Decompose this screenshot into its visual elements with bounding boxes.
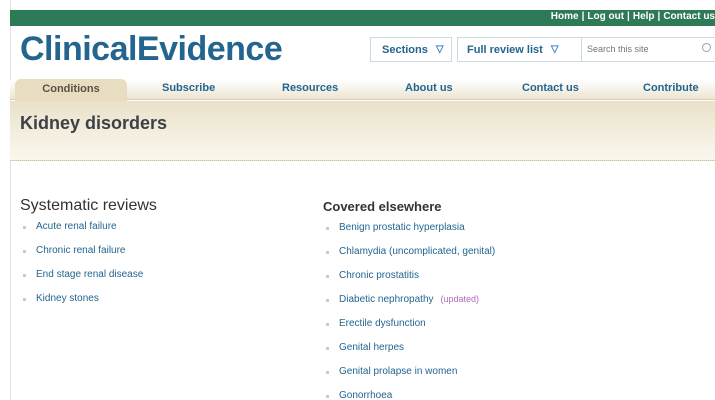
list-item[interactable]: Acute renal failure xyxy=(20,221,143,245)
bullet-icon xyxy=(326,323,329,326)
site-logo[interactable]: ClinicalEvidence xyxy=(20,30,283,69)
list-item[interactable]: Genital herpes xyxy=(323,342,495,366)
page-border xyxy=(10,0,11,400)
list-item[interactable]: Kidney stones xyxy=(20,293,143,317)
topic-link[interactable]: Benign prostatic hyperplasia xyxy=(339,222,465,233)
separator: | xyxy=(657,11,661,22)
systematic-reviews-heading: Systematic reviews xyxy=(20,197,157,214)
topic-link[interactable]: Genital herpes xyxy=(339,342,404,353)
updated-badge: (updated) xyxy=(440,294,480,304)
tab-conditions[interactable]: Conditions xyxy=(15,79,127,101)
search-icon[interactable] xyxy=(702,43,711,52)
triangle-down-icon: ▽ xyxy=(550,44,559,55)
topic-link[interactable]: Diabetic nephropathy xyxy=(339,294,434,305)
bullet-icon xyxy=(326,251,329,254)
topic-link[interactable]: Gonorrhoea xyxy=(339,390,392,400)
bullet-icon xyxy=(326,395,329,398)
bullet-icon xyxy=(326,227,329,230)
tab-resources[interactable]: Resources xyxy=(282,82,338,94)
tab-subscribe[interactable]: Subscribe xyxy=(162,82,215,94)
bullet-icon xyxy=(326,371,329,374)
list-item[interactable]: Chronic prostatitis xyxy=(323,270,495,294)
topic-link[interactable]: Chronic prostatitis xyxy=(339,270,419,281)
page-title: Kidney disorders xyxy=(20,113,168,133)
logout-link[interactable]: Log out xyxy=(587,11,624,22)
bullet-icon xyxy=(326,347,329,350)
list-item[interactable]: Diabetic nephropathy (updated) xyxy=(323,294,495,318)
bullet-icon xyxy=(23,298,26,301)
topic-link[interactable]: Chlamydia (uncomplicated, genital) xyxy=(339,246,495,257)
contact-link[interactable]: Contact us xyxy=(663,11,715,22)
bullet-icon xyxy=(326,299,329,302)
topic-link[interactable]: Genital prolapse in women xyxy=(339,366,457,377)
sections-label: Sections xyxy=(382,43,428,56)
list-item[interactable]: End stage renal disease xyxy=(20,269,143,293)
bullet-icon xyxy=(23,250,26,253)
list-item[interactable]: Gonorrhoea xyxy=(323,390,495,400)
full-review-list-dropdown[interactable]: Full review list ▽ xyxy=(457,37,582,62)
triangle-down-icon: ▽ xyxy=(435,44,444,55)
review-link[interactable]: Kidney stones xyxy=(36,293,99,304)
bullet-icon xyxy=(23,274,26,277)
tab-about-us[interactable]: About us xyxy=(405,82,453,94)
list-item[interactable]: Chronic renal failure xyxy=(20,245,143,269)
separator: | xyxy=(627,11,630,22)
review-link[interactable]: Chronic renal failure xyxy=(36,245,126,256)
search-input[interactable]: Search this site xyxy=(582,37,715,62)
list-item[interactable]: Benign prostatic hyperplasia xyxy=(323,222,495,246)
home-link[interactable]: Home xyxy=(551,11,579,22)
covered-elsewhere-heading: Covered elsewhere xyxy=(323,199,442,214)
list-item[interactable]: Chlamydia (uncomplicated, genital) xyxy=(323,246,495,270)
sections-dropdown[interactable]: Sections ▽ xyxy=(370,37,452,62)
help-link[interactable]: Help xyxy=(633,11,655,22)
separator: | xyxy=(581,11,585,22)
review-label: Full review list xyxy=(467,43,543,56)
list-item[interactable]: Erectile dysfunction xyxy=(323,318,495,342)
review-link[interactable]: Acute renal failure xyxy=(36,221,117,232)
bullet-icon xyxy=(326,275,329,278)
covered-elsewhere-list: Benign prostatic hyperplasia Chlamydia (… xyxy=(323,222,495,400)
systematic-reviews-list: Acute renal failure Chronic renal failur… xyxy=(20,221,143,317)
topic-link[interactable]: Erectile dysfunction xyxy=(339,318,426,329)
top-links: Home | Log out | Help | Contact us xyxy=(551,11,715,22)
bullet-icon xyxy=(23,226,26,229)
review-link[interactable]: End stage renal disease xyxy=(36,269,143,280)
list-item[interactable]: Genital prolapse in women xyxy=(323,366,495,390)
tab-contribute[interactable]: Contribute xyxy=(643,82,699,94)
tab-contact-us[interactable]: Contact us xyxy=(522,82,579,94)
top-bar: Home | Log out | Help | Contact us xyxy=(10,10,715,26)
